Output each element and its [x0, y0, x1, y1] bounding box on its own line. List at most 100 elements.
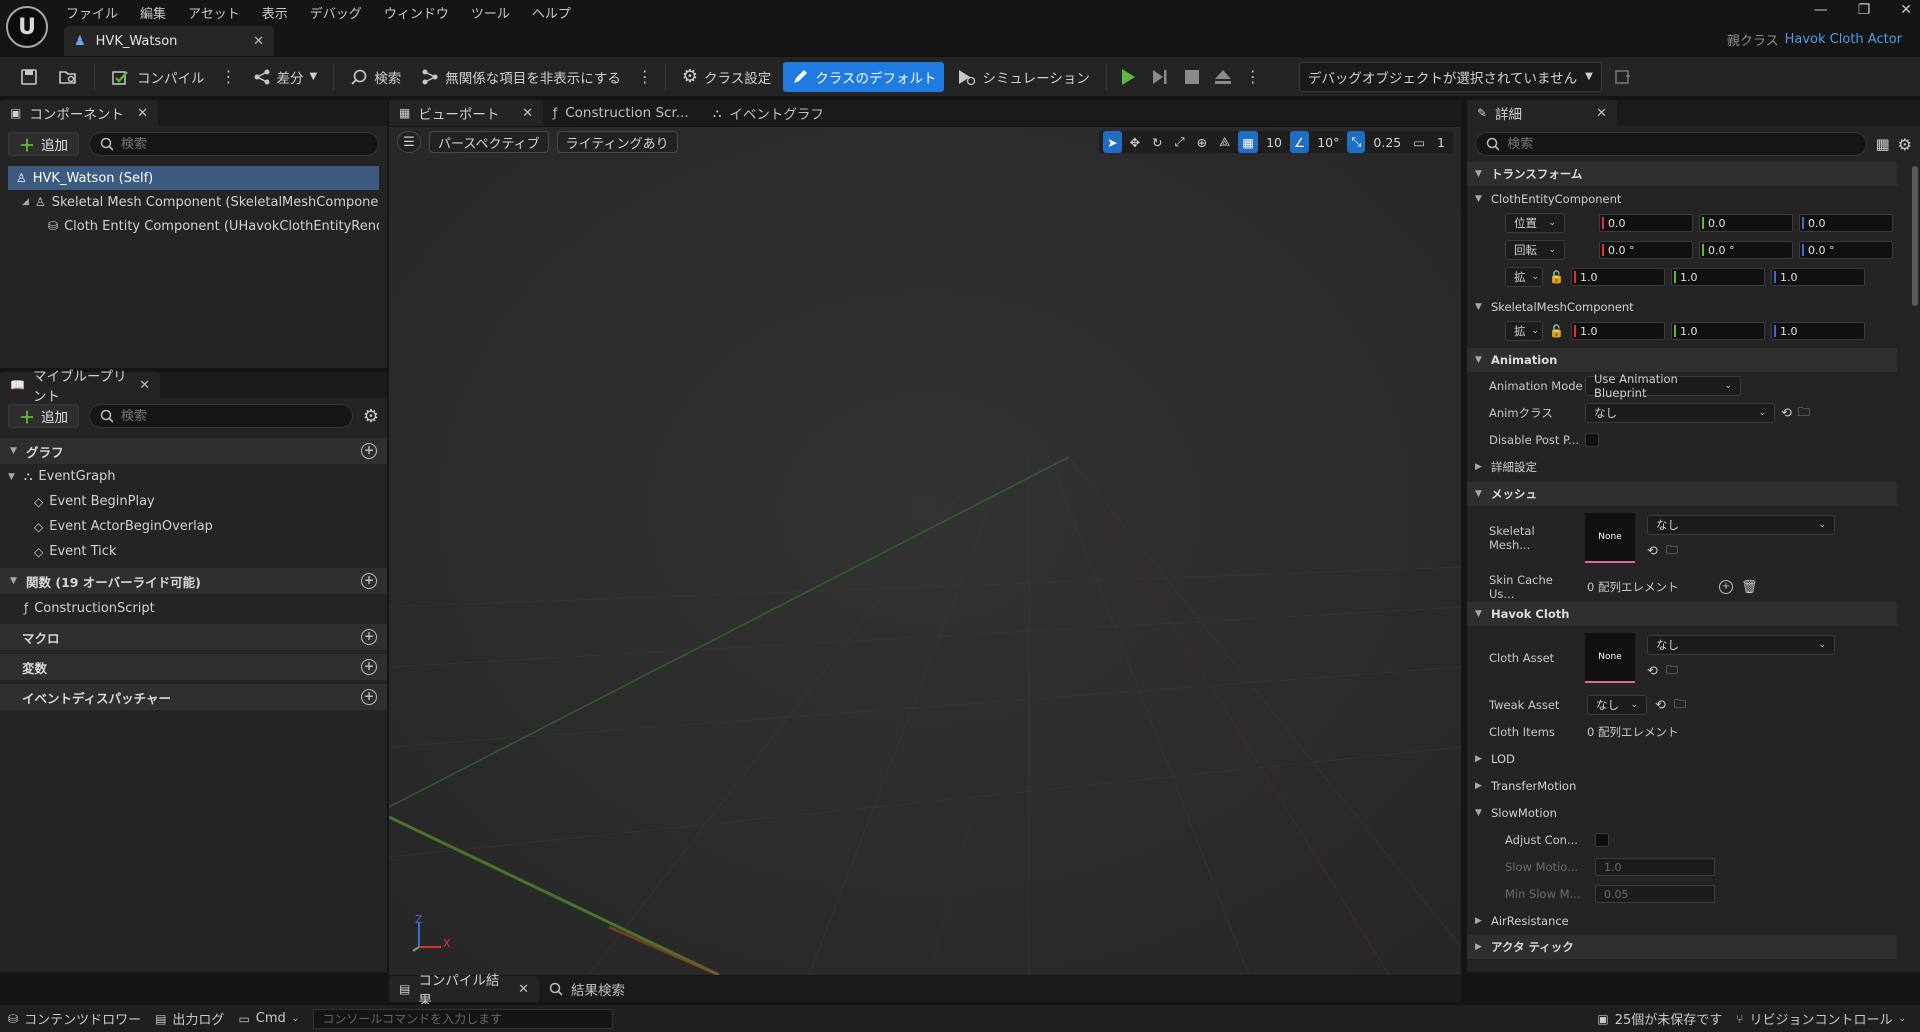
tweak-asset-select[interactable]: なし ⌄ [1587, 695, 1647, 715]
play-options-icon[interactable]: ⋮ [1241, 67, 1265, 86]
rotate-mode-button[interactable]: ↻ [1148, 131, 1166, 153]
tab-event-graph[interactable]: ⛬ イベントグラフ [703, 100, 853, 126]
add-graph-icon[interactable]: + [361, 443, 377, 459]
category-air-resistance[interactable]: ▶ AirResistance [1467, 910, 1897, 932]
compile-button[interactable]: コンパイル [103, 62, 213, 92]
details-scrollbar[interactable] [1912, 166, 1918, 306]
table-view-icon[interactable]: ▦ [1875, 135, 1889, 153]
scale-x-field[interactable]: 1.0 [1571, 268, 1665, 286]
translate-mode-button[interactable]: ✥ [1126, 131, 1144, 153]
tab-my-blueprint[interactable]: 📖 マイブループリント ✕ [0, 369, 160, 405]
unsaved-button[interactable]: ▣ 25個が未保存です [1597, 1009, 1722, 1029]
location-z-field[interactable]: 0.0 [1799, 214, 1893, 232]
console-input[interactable]: コンソールコマンドを入力します [313, 1008, 614, 1029]
menu-view[interactable]: 表示 [262, 3, 300, 22]
expand-icon[interactable]: ◢ [22, 197, 29, 207]
rotation-y-field[interactable]: 0.0 ° [1699, 241, 1793, 259]
use-selected-icon[interactable]: ⟲ [1781, 406, 1792, 421]
close-icon[interactable]: ✕ [522, 106, 533, 121]
components-search[interactable] [89, 132, 379, 156]
lighting-mode-button[interactable]: ライティングあり [556, 131, 678, 153]
section-dispatchers[interactable]: イベントディスパッチャー + [0, 684, 387, 710]
location-y-field[interactable]: 0.0 [1699, 214, 1793, 232]
add-element-icon[interactable]: + [1719, 580, 1733, 594]
rotation-x-field[interactable]: 0.0 ° [1599, 241, 1693, 259]
tab-compile-results[interactable]: ▤ コンパイル結果 ✕ [389, 973, 539, 1009]
eject-button[interactable] [1209, 62, 1237, 92]
add-function-icon[interactable]: + [361, 573, 377, 589]
document-tab[interactable]: ♟ HVK_Watson ✕ [64, 26, 274, 56]
menu-tools[interactable]: ツール [471, 3, 522, 22]
location-mode-select[interactable]: 位置 ⌄ [1505, 213, 1565, 233]
perspective-button[interactable]: パースペクティブ [429, 131, 549, 153]
my-blueprint-search-input[interactable] [120, 408, 342, 424]
section-graphs[interactable]: ▼ グラフ + [0, 438, 387, 464]
skeletal-mesh-thumbnail[interactable]: None [1585, 513, 1635, 563]
browse-icon[interactable]: 🗀 [1666, 661, 1678, 682]
scale-mode-select[interactable]: 拡 ⌄ [1505, 267, 1543, 287]
section-actor-tick[interactable]: ▶ アクタ ティック [1467, 935, 1897, 959]
category-skeletal-mesh[interactable]: ▼ SkeletalMeshComponent [1467, 296, 1897, 318]
advanced-row[interactable]: ▶ 詳細設定 [1467, 456, 1897, 478]
grid-snap-button[interactable]: ▦ [1238, 131, 1259, 153]
compile-options-icon[interactable]: ⋮ [217, 67, 241, 86]
browse-icon[interactable]: 🗀 [1798, 403, 1810, 424]
rotation-z-field[interactable]: 0.0 ° [1799, 241, 1893, 259]
tab-find-results[interactable]: 結果検索 [539, 976, 635, 1002]
debug-object-select[interactable]: デバッグオブジェクトが選択されていません ▼ [1298, 61, 1602, 92]
hide-unrelated-button[interactable]: 無関係な項目を非表示にする [413, 62, 629, 92]
lock-icon[interactable]: 🔓 [1549, 324, 1565, 338]
sk-scale-x-field[interactable]: 1.0 [1571, 322, 1665, 340]
close-icon[interactable]: ✕ [518, 982, 529, 997]
animation-mode-select[interactable]: Use Animation Blueprint ⌄ [1585, 372, 1741, 400]
parent-class-link[interactable]: Havok Cloth Actor [1785, 32, 1902, 47]
cloth-asset-thumbnail[interactable]: None [1585, 633, 1635, 683]
scale-snap-value[interactable]: 0.25 [1369, 131, 1405, 153]
event-item-tick[interactable]: ◇ Event Tick [0, 539, 387, 564]
components-search-input[interactable] [120, 136, 368, 152]
output-log-button[interactable]: ▤ 出力ログ [155, 1009, 224, 1029]
add-macro-icon[interactable]: + [361, 629, 377, 645]
section-variables[interactable]: 変数 + [0, 654, 387, 680]
browse-button[interactable] [50, 62, 86, 92]
camera-speed-value[interactable]: 1 [1433, 131, 1449, 153]
rotation-snap-value[interactable]: 10° [1313, 131, 1343, 153]
rotation-mode-select[interactable]: 回転 ⌄ [1505, 240, 1565, 260]
diff-button[interactable]: 差分 ▼ [245, 62, 326, 92]
tab-construction-script[interactable]: ƒ Construction Scr... [543, 100, 703, 126]
skeletal-mesh-select[interactable]: なし ⌄ [1647, 514, 1835, 535]
add-member-button[interactable]: ＋ 追加 [8, 404, 80, 428]
tree-item-skeletal-mesh[interactable]: ◢ ♙ Skeletal Mesh Component (SkeletalMes… [8, 190, 379, 214]
advance-frame-button[interactable] [1147, 62, 1175, 92]
rotation-snap-button[interactable]: ∠ [1290, 131, 1310, 153]
grid-snap-value[interactable]: 10 [1262, 131, 1286, 153]
close-icon[interactable]: ✕ [139, 378, 150, 393]
browse-icon[interactable]: 🗀 [1666, 541, 1678, 562]
unreal-logo-icon[interactable]: U [6, 6, 48, 48]
coordinate-space-button[interactable]: ⊕ [1193, 131, 1211, 153]
menu-asset[interactable]: アセット [188, 3, 252, 22]
minimize-icon[interactable]: — [1814, 2, 1828, 18]
restore-icon[interactable]: ❐ [1858, 2, 1871, 18]
save-button[interactable] [12, 62, 46, 92]
adjust-con-checkbox[interactable] [1595, 833, 1609, 847]
event-item-beginplay[interactable]: ◇ Event BeginPlay [0, 489, 387, 514]
sk-scale-y-field[interactable]: 1.0 [1671, 322, 1765, 340]
tree-item-cloth-entity[interactable]: ⛁ Cloth Entity Component (UHavokClothEnt… [8, 214, 379, 238]
browse-icon[interactable]: 🗀 [1674, 695, 1686, 716]
find-button[interactable]: 検索 [342, 62, 409, 92]
camera-speed-button[interactable]: ▭ [1409, 131, 1429, 153]
collapse-icon[interactable]: ▼ [8, 472, 18, 482]
use-selected-icon[interactable]: ⟲ [1647, 664, 1658, 679]
category-lod[interactable]: ▶ LOD [1467, 748, 1897, 770]
class-settings-button[interactable]: ⚙ クラス設定 [674, 62, 779, 92]
menu-debug[interactable]: デバッグ [310, 3, 374, 22]
use-selected-icon[interactable]: ⟲ [1647, 544, 1658, 559]
menu-file[interactable]: ファイル [66, 3, 130, 22]
gear-icon[interactable]: ⚙ [363, 406, 379, 427]
section-mesh[interactable]: ▼ メッシュ [1467, 482, 1897, 506]
debug-browse-button[interactable] [1606, 62, 1640, 92]
tab-viewport[interactable]: ▦ ビューポート ✕ [389, 100, 543, 126]
function-item-constructionscript[interactable]: ƒ ConstructionScript [0, 594, 387, 622]
menu-window[interactable]: ウィンドウ [384, 3, 461, 22]
